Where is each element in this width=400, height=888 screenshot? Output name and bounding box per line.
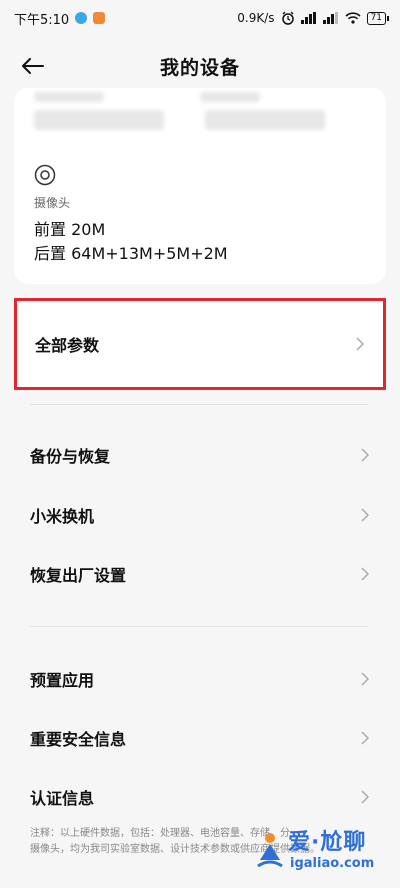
notification-app-icon: [75, 12, 88, 24]
chevron-right-icon: [361, 508, 370, 522]
menu-item-label: 认证信息: [30, 789, 95, 808]
camera-icon: [34, 164, 56, 186]
battery-icon: 71: [366, 11, 390, 25]
camera-label: 摄像头: [34, 196, 71, 210]
status-bar: 下午5:10 0.9K/s 71: [0, 0, 400, 36]
chevron-right-icon: [361, 790, 370, 804]
chevron-right-icon: [361, 567, 370, 581]
menu-item-xiaomi-switch[interactable]: 小米换机: [0, 486, 400, 544]
menu-item-factory-reset[interactable]: 恢复出厂设置: [0, 545, 400, 603]
status-left: 下午5:10: [14, 9, 106, 28]
signal-icon: [300, 12, 316, 24]
chevron-right-icon: [361, 731, 370, 745]
menu-item-label: 小米换机: [30, 507, 95, 526]
divider: [30, 404, 368, 405]
signal2-icon: [322, 12, 338, 24]
status-right: 0.9K/s 71: [237, 11, 390, 25]
redacted-specs: [30, 90, 370, 132]
menu-item-preinstalled-apps[interactable]: 预置应用: [0, 650, 400, 708]
all-params-label: 全部参数: [35, 336, 100, 355]
page-title: 我的设备: [159, 56, 240, 79]
menu-item-label: 备份与恢复: [30, 447, 111, 466]
menu-item-label: 重要安全信息: [30, 730, 127, 749]
all-params-item[interactable]: 全部参数: [14, 298, 386, 390]
page-header: 我的设备: [0, 40, 400, 92]
watermark-url: igaliao.com: [290, 856, 375, 871]
watermark-name: 爱·尬聊: [288, 830, 367, 855]
back-button[interactable]: [22, 52, 62, 80]
back-arrow-icon: [22, 58, 44, 74]
front-camera-spec: 前置 20M: [34, 220, 106, 239]
chevron-right-icon: [361, 672, 370, 686]
network-speed: 0.9K/s: [237, 11, 275, 25]
chevron-right-icon: [356, 337, 365, 351]
menu-item-label: 恢复出厂设置: [30, 566, 127, 585]
menu-item-certification[interactable]: 认证信息: [0, 768, 400, 826]
menu-item-label: 预置应用: [30, 671, 95, 690]
menu-item-backup[interactable]: 备份与恢复: [0, 426, 400, 484]
menu-item-safety-info[interactable]: 重要安全信息: [0, 709, 400, 767]
device-info-card: 摄像头 前置 20M 后置 64M+13M+5M+2M: [14, 88, 386, 284]
status-time: 下午5:10: [14, 12, 70, 28]
watermark: 爱·尬聊 igaliao.com: [248, 820, 398, 884]
rear-camera-spec: 后置 64M+13M+5M+2M: [34, 244, 228, 263]
divider: [30, 626, 368, 627]
chevron-right-icon: [361, 448, 370, 462]
alarm-icon: [281, 11, 294, 25]
watermark-logo-icon: [257, 833, 283, 868]
notification-app2-icon: [93, 12, 106, 24]
wifi-icon: [344, 12, 361, 24]
